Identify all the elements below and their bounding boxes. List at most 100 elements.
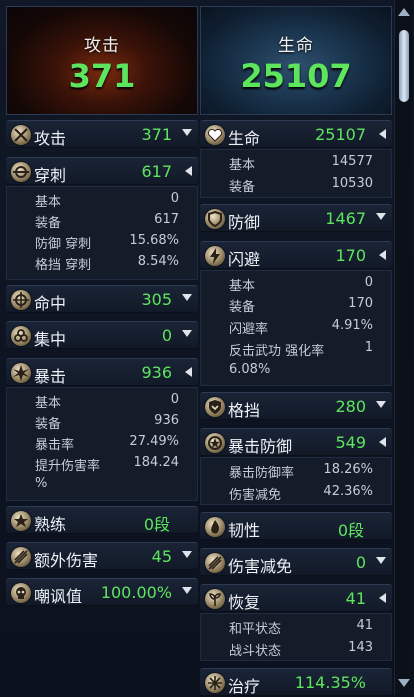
detail-key: 6.08%	[229, 362, 271, 377]
stat-value: 617	[141, 162, 172, 181]
stat-row-critical[interactable]: 暴击 936	[6, 358, 198, 386]
stat-label: 命中	[34, 294, 67, 313]
collapse-arrow-icon[interactable]	[185, 166, 192, 176]
collapse-arrow-icon[interactable]	[185, 367, 192, 377]
detail-key: 防御 穿刺	[35, 237, 92, 252]
stat-row-attack[interactable]: 攻击 371	[6, 120, 198, 148]
stat-value: 371	[141, 125, 172, 144]
detail-key: 反击武功 强化率	[229, 344, 325, 359]
collapse-arrow-icon[interactable]	[379, 129, 386, 139]
detail-key: 基本	[35, 195, 62, 210]
expand-arrow-icon[interactable]	[182, 330, 192, 337]
detail-value: 170	[348, 296, 373, 311]
health-summary-title: 生命	[278, 36, 314, 56]
stat-row-focus[interactable]: 集中 0	[6, 321, 198, 349]
crit-defense-details: 暴击防御率 18.26% 伤害减免 42.36%	[200, 457, 392, 505]
stat-value: 0	[161, 326, 172, 345]
expand-arrow-icon[interactable]	[182, 294, 192, 301]
stat-value: 305	[141, 290, 172, 309]
detail-value: 1	[364, 340, 373, 355]
stat-row-defense[interactable]: 防御 1467	[200, 204, 392, 232]
stat-row-evasion[interactable]: 闪避 170	[200, 241, 392, 269]
detail-row: 闪避率 4.91%	[229, 318, 373, 337]
detail-row: 提升伤害率 184.24	[35, 455, 180, 474]
detail-value: 0	[170, 191, 179, 206]
expand-arrow-icon[interactable]	[182, 587, 192, 594]
heart-icon	[205, 125, 225, 145]
stat-row-mastery[interactable]: 熟练 0段	[6, 506, 198, 534]
stat-row-threat[interactable]: 嘲讽值 100.00%	[6, 578, 198, 606]
stat-row-block[interactable]: 格挡 280	[200, 392, 392, 420]
scroll-up-icon[interactable]	[398, 8, 410, 16]
slash-reduce-icon	[205, 553, 225, 573]
expand-arrow-icon[interactable]	[376, 213, 386, 220]
detail-row: 和平状态 41	[229, 618, 373, 637]
detail-row: 战斗状态 143	[229, 640, 373, 659]
collapse-arrow-icon[interactable]	[379, 593, 386, 603]
detail-key: 基本	[229, 158, 256, 173]
stat-label: 闪避	[228, 250, 261, 269]
detail-row: 基本 14577	[229, 154, 373, 173]
scrollbar-thumb[interactable]	[399, 30, 409, 102]
detail-value: 184.24	[133, 455, 180, 470]
detail-key: 装备	[229, 300, 256, 315]
detail-key: 装备	[35, 417, 62, 432]
detail-value: 14577	[331, 154, 373, 169]
detail-row: %	[35, 476, 179, 494]
stat-value: 280	[335, 397, 366, 416]
stat-row-health[interactable]: 生命 25107	[200, 120, 392, 148]
stat-label: 伤害减免	[228, 557, 293, 576]
stat-value: 45	[151, 547, 172, 566]
detail-row: 装备 170	[229, 296, 373, 315]
detail-row: 基本 0	[35, 392, 179, 411]
stat-row-toughness[interactable]: 韧性 0段	[200, 512, 392, 540]
detail-row: 基本 0	[35, 191, 179, 210]
scrollbar[interactable]	[394, 0, 413, 695]
stat-value: 0	[355, 553, 366, 572]
recovery-details: 和平状态 41 战斗状态 143	[200, 613, 392, 661]
expand-arrow-icon[interactable]	[182, 129, 192, 136]
crit-defense-icon	[205, 433, 225, 453]
expand-arrow-icon[interactable]	[376, 401, 386, 408]
stat-label: 穿刺	[34, 166, 67, 185]
sparkle-icon	[205, 673, 225, 693]
stat-value: 100.00%	[100, 583, 172, 602]
stat-label: 额外伤害	[34, 551, 99, 570]
detail-value: 15.68%	[129, 233, 179, 248]
attack-summary-title: 攻击	[84, 36, 120, 56]
stat-row-healing[interactable]: 治疗 114.35%	[200, 668, 392, 696]
detail-key: 暴击率	[35, 438, 75, 453]
attack-summary-card: 攻击 371	[6, 6, 198, 115]
detail-row: 6.08%	[229, 362, 373, 380]
detail-key: 基本	[229, 279, 256, 294]
pierce-icon	[11, 162, 31, 182]
scroll-down-icon[interactable]	[398, 679, 410, 687]
detail-value: 42.36%	[323, 484, 373, 499]
pierce-details: 基本 0 装备 617 防御 穿刺 15.68% 格挡 穿刺 8.54%	[6, 186, 198, 280]
stat-row-crit-defense[interactable]: 暴击防御 549	[200, 428, 392, 456]
stat-value: 25107	[315, 125, 366, 144]
detail-key: 提升伤害率	[35, 459, 101, 474]
stat-row-recovery[interactable]: 恢复 41	[200, 584, 392, 612]
detail-value: 8.54%	[137, 254, 179, 269]
burst-icon	[11, 363, 31, 383]
expand-arrow-icon[interactable]	[376, 557, 386, 564]
block-shield-icon	[205, 397, 225, 417]
health-summary-card: 生命 25107	[200, 6, 392, 115]
stat-label: 治疗	[228, 677, 261, 696]
stat-row-pierce[interactable]: 穿刺 617	[6, 157, 198, 185]
detail-row: 防御 穿刺 15.68%	[35, 233, 179, 252]
collapse-arrow-icon[interactable]	[379, 437, 386, 447]
slash-icon	[11, 547, 31, 567]
expand-arrow-icon[interactable]	[182, 551, 192, 558]
stat-value: 1467	[325, 209, 366, 228]
detail-row: 格挡 穿刺 8.54%	[35, 254, 179, 273]
stat-row-extra-damage[interactable]: 额外伤害 45	[6, 542, 198, 570]
stat-row-damage-reduction[interactable]: 伤害减免 0	[200, 548, 392, 576]
collapse-arrow-icon[interactable]	[379, 250, 386, 260]
detail-value: 27.49%	[129, 434, 179, 449]
detail-value: 41	[356, 618, 373, 633]
stat-row-accuracy[interactable]: 命中 305	[6, 285, 198, 313]
stat-label: 攻击	[34, 129, 67, 148]
detail-row: 暴击率 27.49%	[35, 434, 179, 453]
